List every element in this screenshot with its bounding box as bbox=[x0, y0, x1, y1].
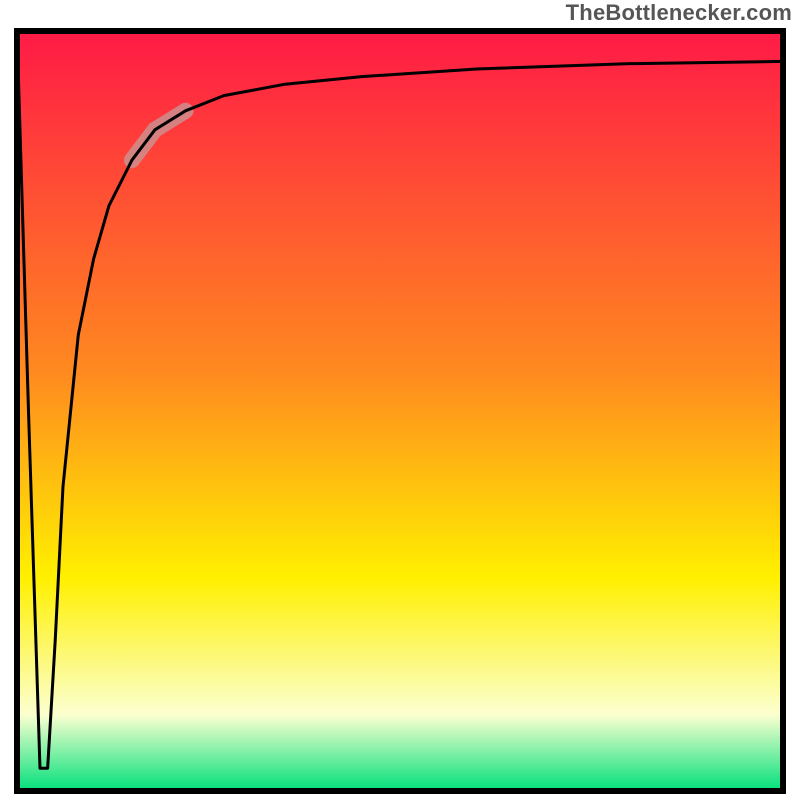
bottleneck-chart bbox=[14, 28, 786, 794]
watermark-credit: TheBottlenecker.com bbox=[566, 0, 792, 26]
chart-plot-area bbox=[14, 28, 786, 794]
chart-background-gradient bbox=[17, 31, 783, 791]
